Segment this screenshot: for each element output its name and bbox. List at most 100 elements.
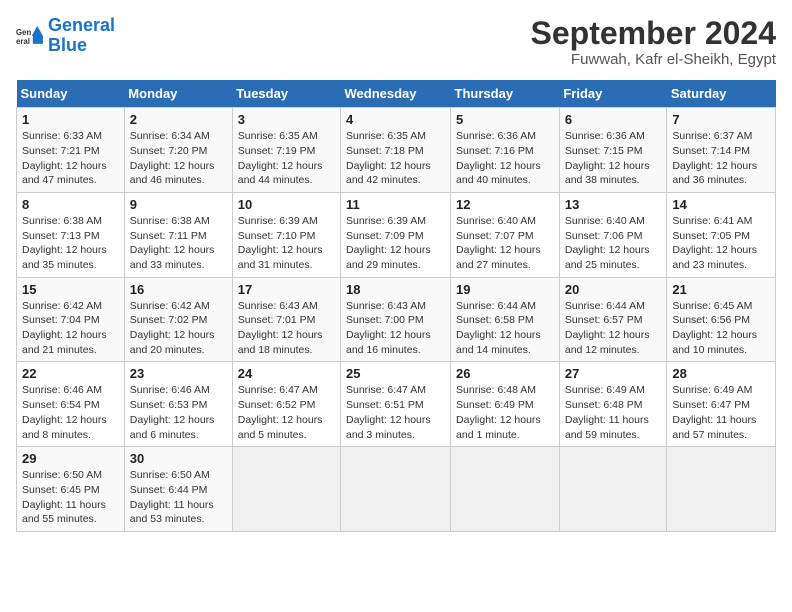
day-number: 17 [238, 282, 335, 297]
calendar-cell: 6Sunrise: 6:36 AM Sunset: 7:15 PM Daylig… [559, 108, 667, 193]
day-info: Sunrise: 6:34 AM Sunset: 7:20 PM Dayligh… [130, 129, 227, 188]
calendar-week-5: 29 Sunrise: 6:50 AM Sunset: 6:45 PM Dayli… [17, 447, 776, 532]
calendar-cell: 23 Sunrise: 6:46 AM Sunset: 6:53 PM Dayli… [124, 362, 232, 447]
title-block: September 2024 Fuwwah, Kafr el-Sheikh, E… [531, 16, 776, 68]
day-number: 22 [22, 366, 119, 381]
day-number: 21 [672, 282, 770, 297]
day-info: Sunrise: 6:49 AM Sunset: 6:48 PM Dayligh… [565, 383, 662, 442]
location-subtitle: Fuwwah, Kafr el-Sheikh, Egypt [531, 51, 776, 68]
day-number: 20 [565, 282, 662, 297]
day-number: 25 [346, 366, 445, 381]
calendar-week-3: 15 Sunrise: 6:42 AM Sunset: 7:04 PM Dayli… [17, 277, 776, 362]
calendar-cell: 18Sunrise: 6:43 AM Sunset: 7:00 PM Dayli… [341, 277, 451, 362]
day-number: 5 [456, 112, 554, 127]
day-info: Sunrise: 6:49 AM Sunset: 6:47 PM Dayligh… [672, 383, 770, 442]
day-info: Sunrise: 6:43 AM Sunset: 7:01 PM Dayligh… [238, 299, 335, 358]
calendar-cell: 11 Sunrise: 6:39 AM Sunset: 7:09 PM Dayli… [341, 192, 451, 277]
calendar-cell: 21 Sunrise: 6:45 AM Sunset: 6:56 PM Dayli… [667, 277, 776, 362]
calendar-cell: 16 Sunrise: 6:42 AM Sunset: 7:02 PM Dayli… [124, 277, 232, 362]
day-number: 18 [346, 282, 445, 297]
weekday-header-thursday: Thursday [451, 80, 560, 108]
day-info: Sunrise: 6:40 AM Sunset: 7:06 PM Dayligh… [565, 214, 662, 273]
day-info: Sunrise: 6:41 AM Sunset: 7:05 PM Dayligh… [672, 214, 770, 273]
day-info: Sunrise: 6:46 AM Sunset: 6:53 PM Dayligh… [130, 383, 227, 442]
day-number: 29 [22, 451, 119, 466]
day-info: Sunrise: 6:36 AM Sunset: 7:15 PM Dayligh… [565, 129, 662, 188]
calendar-cell: 15 Sunrise: 6:42 AM Sunset: 7:04 PM Dayli… [17, 277, 125, 362]
calendar-cell: 17 Sunrise: 6:43 AM Sunset: 7:01 PM Dayli… [232, 277, 340, 362]
weekday-header-wednesday: Wednesday [341, 80, 451, 108]
day-number: 4 [346, 112, 445, 127]
day-info: Sunrise: 6:47 AM Sunset: 6:52 PM Dayligh… [238, 383, 335, 442]
day-number: 30 [130, 451, 227, 466]
calendar-cell [341, 447, 451, 532]
calendar-cell: 10 Sunrise: 6:39 AM Sunset: 7:10 PM Dayli… [232, 192, 340, 277]
day-info: Sunrise: 6:45 AM Sunset: 6:56 PM Dayligh… [672, 299, 770, 358]
calendar-cell: 4 Sunrise: 6:35 AM Sunset: 7:18 PM Daylig… [341, 108, 451, 193]
day-info: Sunrise: 6:39 AM Sunset: 7:10 PM Dayligh… [238, 214, 335, 273]
day-number: 7 [672, 112, 770, 127]
month-title: September 2024 [531, 16, 776, 51]
calendar-week-2: 8Sunrise: 6:38 AM Sunset: 7:13 PM Daylig… [17, 192, 776, 277]
day-info: Sunrise: 6:50 AM Sunset: 6:45 PM Dayligh… [22, 468, 119, 527]
calendar-cell: 27 Sunrise: 6:49 AM Sunset: 6:48 PM Dayli… [559, 362, 667, 447]
day-info: Sunrise: 6:42 AM Sunset: 7:02 PM Dayligh… [130, 299, 227, 358]
calendar-cell: 29 Sunrise: 6:50 AM Sunset: 6:45 PM Dayli… [17, 447, 125, 532]
calendar-cell: 14 Sunrise: 6:41 AM Sunset: 7:05 PM Dayli… [667, 192, 776, 277]
weekday-header-monday: Monday [124, 80, 232, 108]
day-info: Sunrise: 6:42 AM Sunset: 7:04 PM Dayligh… [22, 299, 119, 358]
calendar-cell: 1Sunrise: 6:33 AM Sunset: 7:21 PM Daylig… [17, 108, 125, 193]
day-number: 12 [456, 197, 554, 212]
day-number: 24 [238, 366, 335, 381]
logo-text: General Blue [48, 16, 115, 56]
day-info: Sunrise: 6:37 AM Sunset: 7:14 PM Dayligh… [672, 129, 770, 188]
weekday-header-sunday: Sunday [17, 80, 125, 108]
day-info: Sunrise: 6:38 AM Sunset: 7:11 PM Dayligh… [130, 214, 227, 273]
day-info: Sunrise: 6:40 AM Sunset: 7:07 PM Dayligh… [456, 214, 554, 273]
day-number: 15 [22, 282, 119, 297]
calendar-cell: 24 Sunrise: 6:47 AM Sunset: 6:52 PM Dayli… [232, 362, 340, 447]
weekday-header-tuesday: Tuesday [232, 80, 340, 108]
day-number: 1 [22, 112, 119, 127]
day-number: 23 [130, 366, 227, 381]
calendar-cell: 13Sunrise: 6:40 AM Sunset: 7:06 PM Dayli… [559, 192, 667, 277]
day-number: 9 [130, 197, 227, 212]
day-info: Sunrise: 6:39 AM Sunset: 7:09 PM Dayligh… [346, 214, 445, 273]
day-number: 10 [238, 197, 335, 212]
day-number: 16 [130, 282, 227, 297]
calendar-cell [232, 447, 340, 532]
calendar-cell: 26Sunrise: 6:48 AM Sunset: 6:49 PM Dayli… [451, 362, 560, 447]
calendar-cell: 20 Sunrise: 6:44 AM Sunset: 6:57 PM Dayli… [559, 277, 667, 362]
calendar-cell: 8Sunrise: 6:38 AM Sunset: 7:13 PM Daylig… [17, 192, 125, 277]
calendar-cell [667, 447, 776, 532]
day-number: 2 [130, 112, 227, 127]
day-number: 3 [238, 112, 335, 127]
day-number: 11 [346, 197, 445, 212]
page-header: Gen eral General Blue September 2024 Fuw… [16, 16, 776, 68]
calendar-cell: 12 Sunrise: 6:40 AM Sunset: 7:07 PM Dayli… [451, 192, 560, 277]
calendar-cell: 2 Sunrise: 6:34 AM Sunset: 7:20 PM Daylig… [124, 108, 232, 193]
calendar-cell: 19Sunrise: 6:44 AM Sunset: 6:58 PM Dayli… [451, 277, 560, 362]
day-info: Sunrise: 6:46 AM Sunset: 6:54 PM Dayligh… [22, 383, 119, 442]
day-number: 26 [456, 366, 554, 381]
day-info: Sunrise: 6:38 AM Sunset: 7:13 PM Dayligh… [22, 214, 119, 273]
calendar-week-1: 1Sunrise: 6:33 AM Sunset: 7:21 PM Daylig… [17, 108, 776, 193]
calendar-cell: 25 Sunrise: 6:47 AM Sunset: 6:51 PM Dayli… [341, 362, 451, 447]
day-info: Sunrise: 6:47 AM Sunset: 6:51 PM Dayligh… [346, 383, 445, 442]
day-info: Sunrise: 6:35 AM Sunset: 7:18 PM Dayligh… [346, 129, 445, 188]
calendar-cell: 22 Sunrise: 6:46 AM Sunset: 6:54 PM Dayli… [17, 362, 125, 447]
day-info: Sunrise: 6:36 AM Sunset: 7:16 PM Dayligh… [456, 129, 554, 188]
logo: Gen eral General Blue [16, 16, 115, 56]
weekday-header-row: SundayMondayTuesdayWednesdayThursdayFrid… [17, 80, 776, 108]
day-info: Sunrise: 6:44 AM Sunset: 6:57 PM Dayligh… [565, 299, 662, 358]
calendar-cell: 5 Sunrise: 6:36 AM Sunset: 7:16 PM Daylig… [451, 108, 560, 193]
logo-icon: Gen eral [16, 22, 44, 50]
day-number: 14 [672, 197, 770, 212]
svg-text:eral: eral [16, 37, 30, 46]
weekday-header-friday: Friday [559, 80, 667, 108]
day-number: 27 [565, 366, 662, 381]
calendar-cell: 28Sunrise: 6:49 AM Sunset: 6:47 PM Dayli… [667, 362, 776, 447]
calendar-cell [559, 447, 667, 532]
svg-text:Gen: Gen [16, 28, 31, 37]
day-number: 19 [456, 282, 554, 297]
